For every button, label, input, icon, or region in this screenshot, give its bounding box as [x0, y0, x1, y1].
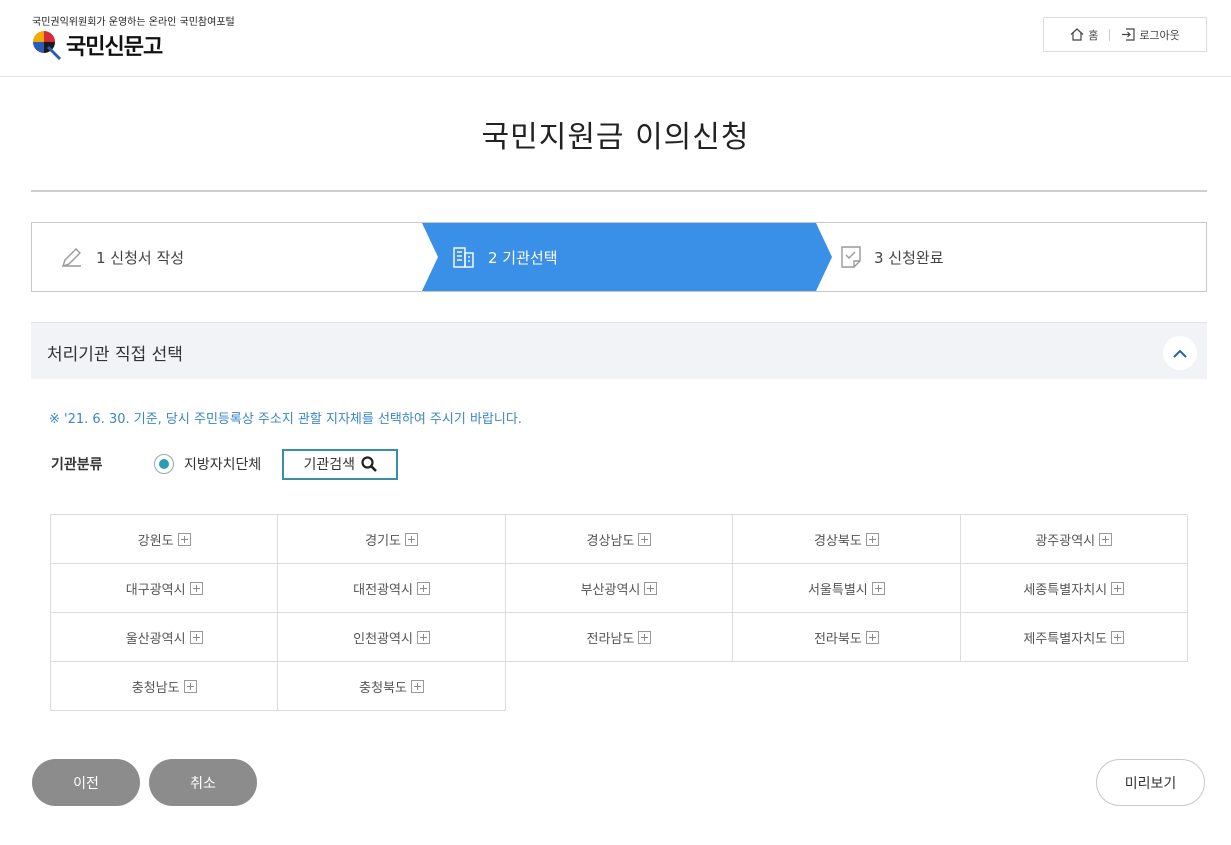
step-3-label: 3 신청완료	[874, 248, 944, 267]
chevron-up-icon	[1173, 349, 1187, 358]
expand-plus-icon	[405, 532, 419, 546]
expand-plus-icon	[411, 679, 424, 693]
step-1-label: 1 신청서 작성	[96, 248, 185, 267]
radio-selected-dot	[159, 459, 169, 469]
expand-plus-icon	[638, 532, 652, 546]
agency-search-label: 기관검색	[303, 457, 356, 473]
region-label: 대전광역시	[353, 582, 413, 598]
region-cell[interactable]: 강원도	[51, 515, 279, 564]
site-tagline: 국민권익위원회가 운영하는 온라인 국민참여포털	[32, 17, 235, 28]
radio-label: 지방자치단체	[184, 457, 262, 473]
document-check-icon	[840, 245, 862, 269]
region-label: 경기도	[365, 533, 402, 549]
step-1-write-application: 1 신청서 작성	[60, 223, 184, 291]
region-cell[interactable]: 세종특별자치시	[960, 564, 1188, 613]
expand-plus-icon	[416, 581, 430, 595]
region-cell[interactable]: 부산광역시	[505, 564, 734, 613]
local-government-radio[interactable]: 지방자치단체	[154, 454, 261, 474]
region-cell[interactable]: 대구광역시	[51, 564, 279, 613]
region-cell[interactable]: 충청남도	[51, 662, 279, 711]
region-label: 전라남도	[586, 631, 635, 647]
region-cell[interactable]: 인천광역시	[278, 613, 506, 662]
expand-plus-icon	[871, 581, 885, 595]
region-label: 제주특별자치도	[1023, 631, 1108, 647]
search-icon	[361, 456, 377, 472]
agency-filter-row: 기관분류 지방자치단체 기관검색	[51, 448, 399, 480]
expand-plus-icon	[177, 532, 191, 546]
region-label: 경상북도	[813, 533, 862, 549]
expand-plus-icon	[1099, 532, 1113, 546]
region-cell[interactable]: 광주광역시	[960, 515, 1188, 564]
radio-indicator	[154, 454, 174, 474]
expand-plus-icon	[189, 581, 203, 595]
logout-icon	[1122, 28, 1135, 41]
region-label: 충청북도	[359, 680, 407, 696]
collapse-section-button[interactable]	[1163, 336, 1197, 370]
logo-emblem-icon	[30, 29, 64, 61]
expand-plus-icon	[1111, 630, 1125, 644]
region-label: 인천광역시	[353, 631, 413, 647]
region-cell[interactable]: 전라남도	[505, 613, 734, 662]
region-label: 울산광역시	[125, 631, 186, 647]
region-cell[interactable]: 울산광역시	[51, 613, 279, 662]
region-label: 대구광역시	[125, 582, 186, 598]
logout-link[interactable]: 로그아웃	[1110, 27, 1190, 43]
previous-button[interactable]: 이전	[32, 759, 140, 806]
expand-plus-icon	[865, 532, 879, 546]
home-link[interactable]: 홈	[1059, 27, 1109, 43]
region-cell[interactable]: 서울특별시	[733, 564, 961, 613]
region-label: 강원도	[137, 533, 174, 549]
region-cell[interactable]: 경상북도	[733, 515, 961, 564]
preview-button[interactable]: 미리보기	[1096, 759, 1205, 806]
step-indicator: 1 신청서 작성 2 기관선택 3 신청완료	[31, 222, 1207, 292]
title-divider	[31, 190, 1207, 192]
region-cell[interactable]: 제주특별자치도	[960, 613, 1188, 662]
utility-menu: 홈 로그아웃	[1043, 17, 1207, 52]
section-title: 처리기관 직접 선택	[47, 345, 183, 365]
home-icon	[1070, 28, 1084, 41]
region-label: 충청남도	[131, 680, 180, 696]
home-label: 홈	[1088, 28, 1099, 42]
expand-plus-icon	[416, 630, 430, 644]
cancel-button[interactable]: 취소	[149, 759, 257, 806]
agency-selection-section-header: 처리기관 직접 선택	[31, 322, 1207, 379]
step-2-label: 2 기관선택	[488, 248, 558, 267]
step-indicator-background	[422, 223, 832, 291]
region-grid: 강원도 경기도 경상남도 경상북도 광주광역시대구광역시 대전광역시 부산광역시 서울특별시 세…	[50, 514, 1188, 711]
pencil-icon	[60, 245, 84, 269]
step-2-select-agency: 2 기관선택	[452, 223, 558, 291]
region-cell[interactable]: 대전광역시	[278, 564, 506, 613]
expand-plus-icon	[189, 630, 203, 644]
expand-plus-icon	[638, 630, 652, 644]
region-cell[interactable]: 충청북도	[278, 662, 506, 711]
region-cell[interactable]: 경상남도	[505, 515, 734, 564]
site-logo[interactable]: 국민신문고	[30, 28, 163, 62]
region-cell[interactable]: 전라북도	[733, 613, 961, 662]
region-label: 세종특별자치시	[1023, 582, 1108, 598]
region-label: 경상남도	[586, 533, 635, 549]
expand-plus-icon	[1111, 581, 1125, 595]
site-header: 국민권익위원회가 운영하는 온라인 국민참여포털 국민신문고 홈 로그아웃	[0, 0, 1231, 77]
expand-plus-icon	[865, 630, 879, 644]
agency-search-button[interactable]: 기관검색	[282, 448, 399, 480]
logo-text: 국민신문고	[66, 34, 163, 60]
region-cell[interactable]: 경기도	[278, 515, 506, 564]
expand-plus-icon	[183, 679, 197, 693]
expand-plus-icon	[644, 581, 658, 595]
region-label: 전라북도	[813, 631, 862, 647]
notice-text: ※ '21. 6. 30. 기준, 당시 주민등록상 주소지 관할 지자체를 선…	[49, 412, 522, 427]
building-icon	[452, 245, 476, 269]
region-label: 광주광역시	[1035, 533, 1096, 549]
agency-category-label: 기관분류	[51, 457, 103, 473]
region-label: 부산광역시	[580, 582, 641, 598]
step-3-complete: 3 신청완료	[840, 223, 944, 291]
logout-label: 로그아웃	[1139, 28, 1180, 42]
region-label: 서울특별시	[807, 582, 868, 598]
page-title: 국민지원금 이의신청	[481, 120, 750, 155]
